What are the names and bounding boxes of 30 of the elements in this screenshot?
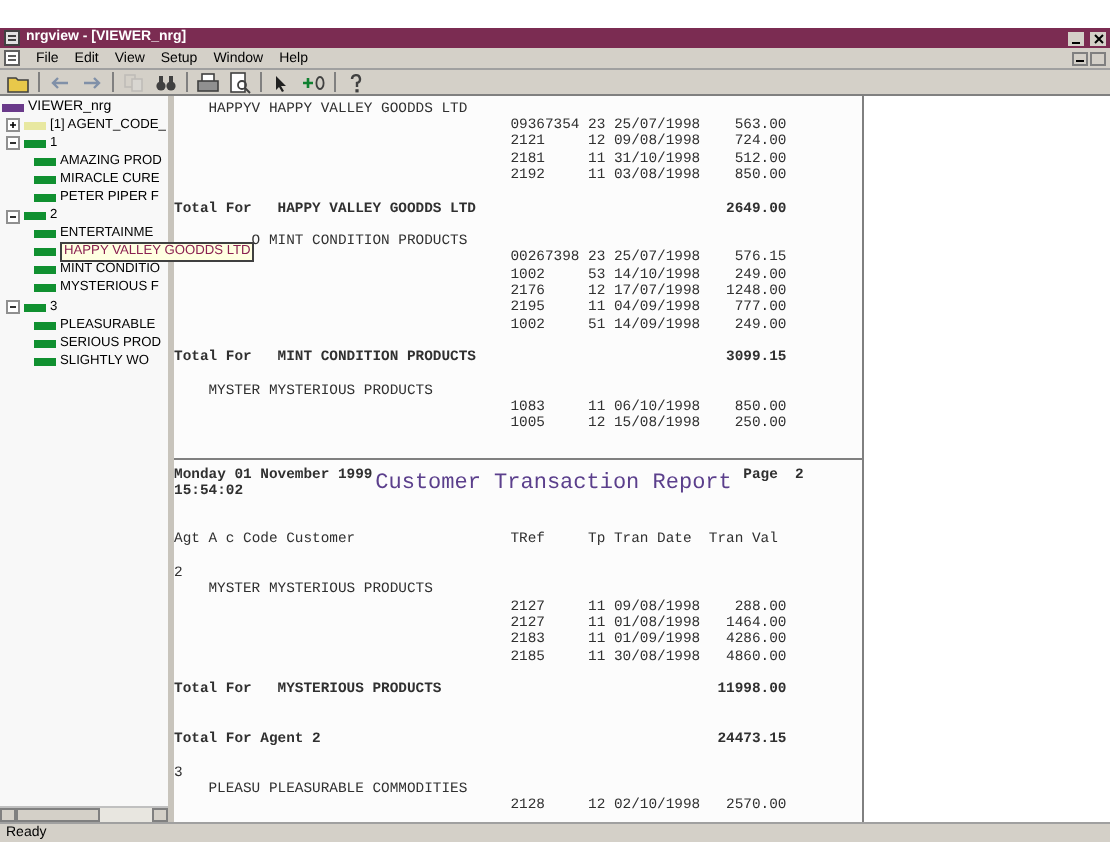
- node-icon: [34, 230, 56, 239]
- node-icon: [24, 139, 46, 148]
- app-icon: [4, 30, 20, 46]
- root-icon: [2, 103, 24, 112]
- horizontal-scrollbar[interactable]: [0, 806, 168, 822]
- expand-icon[interactable]: [6, 118, 20, 133]
- printer-icon[interactable]: [196, 71, 220, 93]
- collapse-icon[interactable]: [6, 209, 20, 224]
- minimize-button[interactable]: [1068, 31, 1084, 45]
- node-icon: [34, 266, 56, 275]
- node-icon: [34, 284, 56, 293]
- print-preview-icon[interactable]: [228, 71, 252, 93]
- collapse-icon[interactable]: [6, 136, 20, 151]
- binoculars-icon[interactable]: [154, 71, 178, 93]
- node-icon: [34, 321, 56, 330]
- node-icon: [24, 303, 46, 312]
- node-icon: [34, 194, 56, 203]
- collapse-icon[interactable]: [6, 300, 20, 315]
- node-icon: [34, 357, 56, 366]
- node-icon: [24, 121, 46, 130]
- document-icon[interactable]: [4, 50, 20, 66]
- node-icon: [34, 157, 56, 166]
- node-icon: [24, 212, 46, 221]
- plus-zero-icon[interactable]: [302, 71, 326, 93]
- node-icon: [34, 339, 56, 348]
- report-title: Customer Transaction Report: [375, 469, 732, 500]
- node-icon: [34, 248, 56, 257]
- child-minimize-button[interactable]: [1072, 51, 1088, 65]
- close-button[interactable]: [1090, 31, 1106, 45]
- node-icon: [34, 175, 56, 184]
